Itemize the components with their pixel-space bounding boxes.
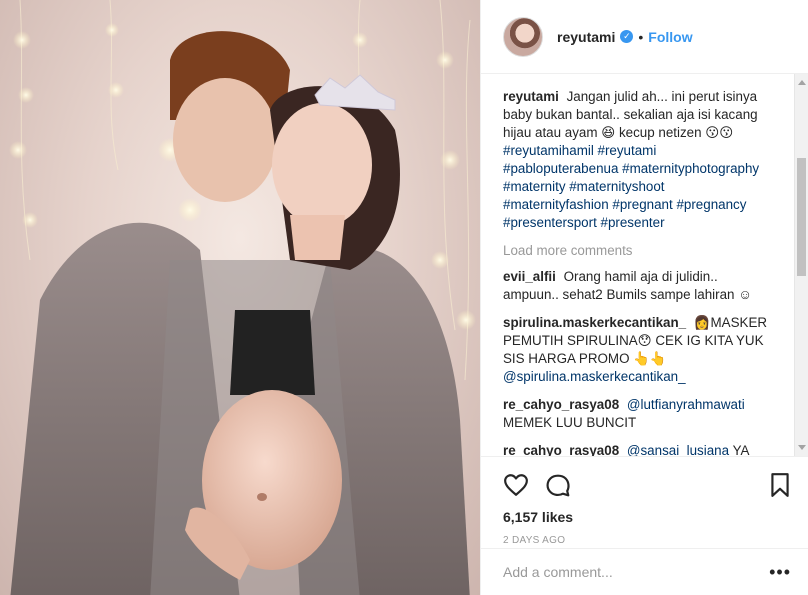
comment-icon[interactable] <box>545 472 571 498</box>
comment-mention[interactable]: @spirulina.maskerkecantikan_ <box>503 369 686 384</box>
comment-username[interactable]: evii_alfii <box>503 269 556 284</box>
comment-item: spirulina.maskerkecantikan_ 👩MASKER PEMU… <box>503 314 773 386</box>
bookmark-icon[interactable] <box>767 472 793 498</box>
comment-mention[interactable]: @sansai_lusiana <box>627 443 729 456</box>
comment-item: re_cahyo_rasya08 @sansai_lusiana YA <box>503 442 773 456</box>
separator-dot: • <box>638 28 644 45</box>
action-icons <box>503 465 793 505</box>
post-actions: 6,157 likes 2 DAYS AGO <box>481 456 808 546</box>
likes-count[interactable]: 6,157 likes <box>503 509 793 525</box>
comment-text: MEMEK LUU BUNCIT <box>503 415 637 430</box>
post-timestamp[interactable]: 2 DAYS AGO <box>503 535 793 546</box>
avatar[interactable] <box>503 16 543 57</box>
comment-username[interactable]: spirulina.maskerkecantikan_ <box>503 315 686 330</box>
post-header: reyutami ✓ • Follow <box>481 0 808 74</box>
load-more-comments-button[interactable]: Load more comments <box>503 242 773 260</box>
comment-item: re_cahyo_rasya08 @lutfianyrahmawati MEME… <box>503 396 773 432</box>
comments-scrollbar[interactable] <box>794 74 808 456</box>
scroll-up-arrow-icon[interactable] <box>798 80 806 85</box>
comment-mention[interactable]: @lutfianyrahmawati <box>627 397 745 412</box>
add-comment-input[interactable] <box>503 564 770 580</box>
follow-button[interactable]: Follow <box>648 29 692 45</box>
verified-badge-icon: ✓ <box>620 30 634 43</box>
comment-item: evii_alfii Orang hamil aja di julidin.. … <box>503 268 773 304</box>
comment-username[interactable]: re_cahyo_rasya08 <box>503 397 619 412</box>
maternity-photo-illustration <box>9 0 476 595</box>
scrollbar-thumb[interactable] <box>797 158 806 276</box>
comment-username[interactable]: reyutami <box>503 89 559 104</box>
comment-username[interactable]: re_cahyo_rasya08 <box>503 443 619 456</box>
add-comment-bar: ••• <box>481 548 808 595</box>
caption-hashtags[interactable]: #reyutamihamil #reyutami #pabloputeraben… <box>503 143 759 230</box>
instagram-post: reyutami ✓ • Follow reyutami Jangan juli… <box>0 0 808 595</box>
author-username[interactable]: reyutami <box>557 29 615 45</box>
heart-icon[interactable] <box>503 472 529 498</box>
post-photo[interactable] <box>0 0 480 595</box>
caption: reyutami Jangan julid ah... ini perut is… <box>503 88 773 232</box>
scroll-down-arrow-icon[interactable] <box>798 445 806 450</box>
comments-list[interactable]: reyutami Jangan julid ah... ini perut is… <box>503 88 773 456</box>
more-options-icon[interactable]: ••• <box>769 563 791 581</box>
comment-text: YA <box>732 443 750 456</box>
post-sidebar: reyutami ✓ • Follow reyutami Jangan juli… <box>480 0 808 595</box>
